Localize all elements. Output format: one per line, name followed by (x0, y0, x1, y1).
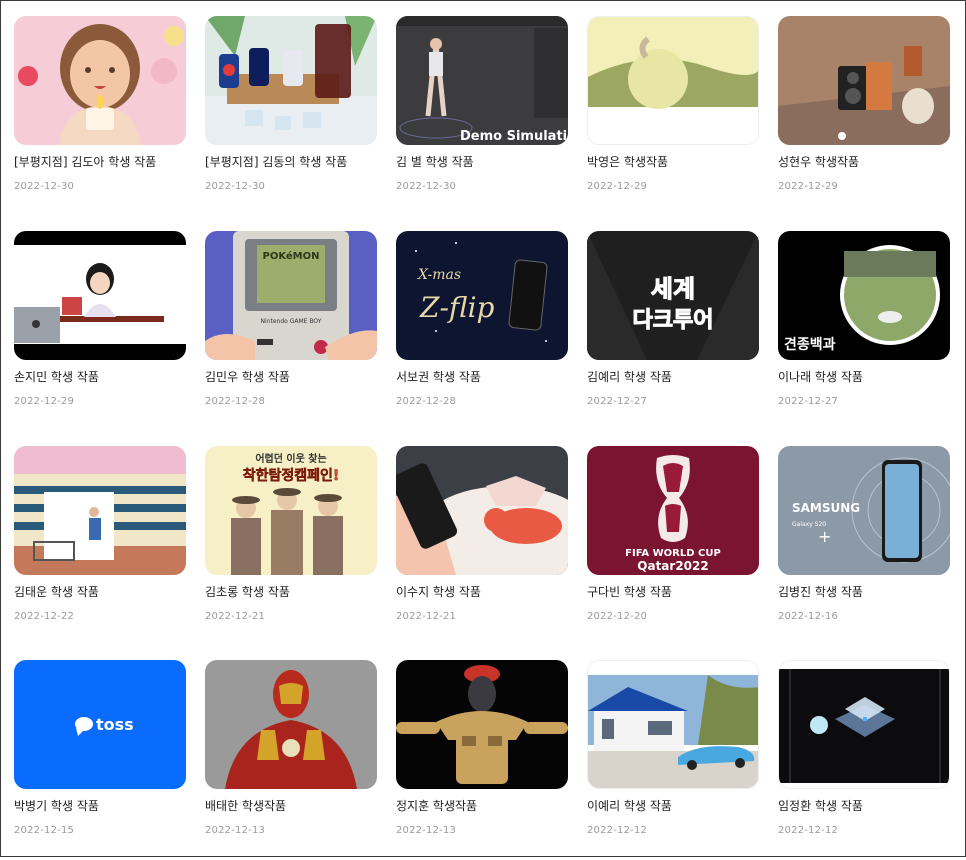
card-title[interactable]: 이예리 학생 작품 (587, 797, 759, 814)
thumbnail-image[interactable] (14, 231, 186, 360)
gallery-card[interactable]: 정지훈 학생작품 2022-12-13 (396, 660, 568, 860)
overlay-caption: 견종백과 (784, 336, 836, 353)
overlay-subcaption: Z-flip (419, 291, 495, 324)
gallery-card[interactable]: 손지민 학생 작품 2022-12-29 (14, 231, 186, 431)
card-date: 2022-12-13 (396, 825, 457, 836)
gallery-card[interactable]: FIFA WORLD CUP Qatar2022 구다빈 학생 작품 2022-… (587, 446, 759, 646)
gallery-card[interactable]: 세계 다크투어 김예리 학생 작품 2022-12-27 (587, 231, 759, 431)
card-title[interactable]: 김 별 학생 작품 (396, 153, 568, 170)
thumbnail-image[interactable]: 세계 다크투어 (587, 231, 759, 360)
card-date: 2022-12-27 (587, 396, 648, 407)
thumbnail-image[interactable] (14, 16, 186, 145)
thumbnail-image[interactable] (14, 446, 186, 575)
overlay-caption: toss (96, 715, 134, 734)
thumbnail-image[interactable]: POKéMON Nintendo GAME BOY (205, 231, 377, 360)
card-date: 2022-12-29 (587, 181, 648, 192)
card-title[interactable]: 서보권 학생 작품 (396, 368, 568, 385)
card-title[interactable]: 김초롱 학생 작품 (205, 583, 377, 600)
plus-icon: + (818, 527, 831, 546)
gallery-card[interactable]: 박영은 학생작품 2022-12-29 (587, 16, 759, 216)
card-title[interactable]: 김태운 학생 작품 (14, 583, 186, 600)
thumbnail-image[interactable]: toss (14, 660, 186, 789)
overlay-caption: SAMSUNG (792, 501, 860, 515)
gallery-card[interactable]: X-mas Z-flip 서보권 학생 작품 2022-12-28 (396, 231, 568, 431)
card-date: 2022-12-20 (587, 611, 648, 622)
card-date: 2022-12-22 (14, 611, 75, 622)
card-title[interactable]: [부평지점] 김동의 학생 작품 (205, 153, 377, 170)
card-date: 2022-12-27 (778, 396, 839, 407)
thumbnail-image[interactable] (205, 660, 377, 789)
thumbnail-image[interactable] (778, 660, 950, 789)
card-title[interactable]: 김병진 학생 작품 (778, 583, 950, 600)
gallery-card[interactable]: POKéMON Nintendo GAME BOY 김민우 학생 작품 2022… (205, 231, 377, 431)
card-title[interactable]: 김예리 학생 작품 (587, 368, 759, 385)
card-title[interactable]: 이나래 학생 작품 (778, 368, 950, 385)
card-title[interactable]: 배태한 학생작품 (205, 797, 377, 814)
card-date: 2022-12-12 (587, 825, 648, 836)
thumbnail-image[interactable] (587, 16, 759, 145)
thumbnail-image[interactable] (396, 660, 568, 789)
gallery-card[interactable]: 성현우 학생작품 2022-12-29 (778, 16, 950, 216)
card-title[interactable]: 임정환 학생 작품 (778, 797, 950, 814)
card-title[interactable]: 구다빈 학생 작품 (587, 583, 759, 600)
overlay-subcaption: Nintendo GAME BOY (261, 318, 322, 325)
thumbnail-image[interactable]: 어렵던 이웃 찾는 착한탐정캠페인! (205, 446, 377, 575)
card-date: 2022-12-21 (205, 611, 266, 622)
overlay-caption: POKéMON (262, 250, 319, 262)
card-title[interactable]: 성현우 학생작품 (778, 153, 950, 170)
card-title[interactable]: 김민우 학생 작품 (205, 368, 377, 385)
gallery-card[interactable]: 김태운 학생 작품 2022-12-22 (14, 446, 186, 646)
gallery-card[interactable]: SAMSUNG Galaxy S20 + 김병진 학생 작품 2022-12-1… (778, 446, 950, 646)
gallery-card[interactable]: 이예리 학생 작품 2022-12-12 (587, 660, 759, 860)
gallery-card[interactable]: 배태한 학생작품 2022-12-13 (205, 660, 377, 860)
card-date: 2022-12-12 (778, 825, 839, 836)
overlay-caption: 세계 (651, 275, 695, 303)
card-date: 2022-12-16 (778, 611, 839, 622)
gallery-card[interactable]: [부평지점] 김도아 학생 작품 2022-12-30 (14, 16, 186, 216)
gallery-card[interactable]: 임정환 학생 작품 2022-12-12 (778, 660, 950, 860)
gallery-card[interactable]: Demo Simulation 김 별 학생 작품 2022-12-30 (396, 16, 568, 216)
card-title[interactable]: 손지민 학생 작품 (14, 368, 186, 385)
overlay-subcaption: Qatar2022 (637, 559, 708, 573)
overlay-caption: Demo Simulation (460, 129, 568, 144)
thumbnail-image[interactable] (587, 660, 759, 789)
card-date: 2022-12-30 (396, 181, 457, 192)
card-date: 2022-12-15 (14, 825, 75, 836)
gallery-card[interactable]: 견종백과 이나래 학생 작품 2022-12-27 (778, 231, 950, 431)
overlay-subcaption: 착한탐정캠페인! (243, 467, 340, 484)
card-title[interactable]: 정지훈 학생작품 (396, 797, 568, 814)
card-date: 2022-12-30 (205, 181, 266, 192)
overlay-caption: X-mas (417, 267, 461, 283)
card-date: 2022-12-13 (205, 825, 266, 836)
card-title[interactable]: 이수지 학생 작품 (396, 583, 568, 600)
card-title[interactable]: [부평지점] 김도아 학생 작품 (14, 153, 186, 170)
thumbnail-image[interactable]: FIFA WORLD CUP Qatar2022 (587, 446, 759, 575)
overlay-caption: FIFA WORLD CUP (625, 548, 721, 559)
card-date: 2022-12-29 (14, 396, 75, 407)
card-date: 2022-12-21 (396, 611, 457, 622)
thumbnail-image[interactable]: 견종백과 (778, 231, 950, 360)
card-title[interactable]: 박영은 학생작품 (587, 153, 759, 170)
gallery-card[interactable]: 이수지 학생 작품 2022-12-21 (396, 446, 568, 646)
card-date: 2022-12-28 (205, 396, 266, 407)
gallery-card[interactable]: [부평지점] 김동의 학생 작품 2022-12-30 (205, 16, 377, 216)
thumbnail-image[interactable] (205, 16, 377, 145)
overlay-caption: 어렵던 이웃 찾는 (255, 452, 326, 465)
card-date: 2022-12-30 (14, 181, 75, 192)
thumbnail-image[interactable] (396, 446, 568, 575)
gallery-card[interactable]: toss 박병기 학생 작품 2022-12-15 (14, 660, 186, 860)
card-date: 2022-12-29 (778, 181, 839, 192)
overlay-subcaption: 다크투어 (633, 308, 714, 333)
thumbnail-image[interactable]: X-mas Z-flip (396, 231, 568, 360)
thumbnail-image[interactable]: Demo Simulation (396, 16, 568, 145)
thumbnail-image[interactable] (778, 16, 950, 145)
card-date: 2022-12-28 (396, 396, 457, 407)
thumbnail-image[interactable]: SAMSUNG Galaxy S20 + (778, 446, 950, 575)
gallery-card[interactable]: 어렵던 이웃 찾는 착한탐정캠페인! 김초롱 학생 작품 2022-12-21 (205, 446, 377, 646)
card-title[interactable]: 박병기 학생 작품 (14, 797, 186, 814)
